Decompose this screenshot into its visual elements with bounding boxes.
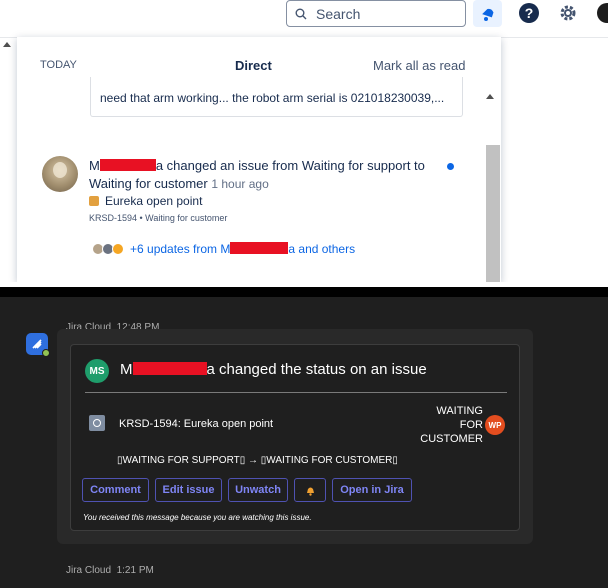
- profile-avatar[interactable]: [597, 3, 608, 23]
- teams-panel: Jira Cloud 12:48 PM Jira Cloud 1:21 PM M…: [0, 297, 608, 588]
- avatar: [112, 243, 124, 255]
- adaptive-card: MS Ma changed the status on an issue KRS…: [70, 344, 520, 531]
- jira-web-panel: Search ? TODAY Direct Mark all as read n…: [0, 0, 608, 282]
- scroll-up-arrow[interactable]: [3, 42, 11, 47]
- updates-text: +6 updates from M a and others: [130, 242, 355, 256]
- avatar: MS: [85, 359, 109, 383]
- top-navigation: Search ?: [0, 0, 608, 36]
- notification-status: Waiting for customer: [89, 176, 208, 191]
- status-badge: WAITING FOR CUSTOMER: [403, 404, 483, 446]
- comment-button[interactable]: Comment: [82, 478, 149, 502]
- status-line: WAITING: [436, 405, 483, 417]
- search-icon: [295, 8, 307, 19]
- status-badge: [42, 349, 50, 357]
- scroll-up-arrow[interactable]: [486, 94, 494, 99]
- sender-name: Jira Cloud: [66, 565, 112, 576]
- tab-direct[interactable]: Direct: [235, 58, 272, 73]
- updates-prefix: +6 updates from M: [130, 242, 231, 256]
- status-transition: ▯WAITING FOR SUPPORT▯ → ▯WAITING FOR CUS…: [117, 455, 398, 466]
- more-updates-link[interactable]: +6 updates from M a and others: [92, 242, 355, 256]
- unwatch-button[interactable]: Unwatch: [228, 478, 288, 502]
- notifications-button[interactable]: [473, 0, 502, 27]
- notification-message: a changed an issue from Waiting for supp…: [155, 158, 425, 173]
- search-placeholder: Search: [316, 5, 361, 22]
- issue-link[interactable]: Eureka open point: [89, 194, 202, 208]
- author-name-start: M: [120, 361, 133, 378]
- updates-suffix: a and others: [288, 242, 356, 256]
- notification-bell-button[interactable]: [294, 478, 326, 502]
- unread-indicator[interactable]: [447, 163, 454, 170]
- edit-issue-button[interactable]: Edit issue: [155, 478, 222, 502]
- author-name-start: M: [89, 158, 100, 173]
- message-time: 1:21 PM: [116, 565, 154, 576]
- gear-icon[interactable]: [557, 2, 579, 24]
- issue-link[interactable]: KRSD-1594: Eureka open point: [119, 418, 273, 430]
- redaction-bar: [132, 362, 207, 375]
- notification-dropdown: TODAY Direct Mark all as read need that …: [17, 37, 501, 282]
- today-label: TODAY: [40, 59, 77, 71]
- issue-type-icon: [89, 196, 99, 206]
- bell-icon: [481, 8, 493, 21]
- issue-title: Eureka open point: [105, 194, 203, 208]
- avatar: [42, 156, 78, 192]
- issue-meta: KRSD-1594 • Waiting for customer: [89, 213, 228, 223]
- status-line: CUSTOMER: [420, 433, 483, 445]
- card-title-text: a changed the status on an issue: [206, 361, 427, 378]
- notification-header: TODAY Direct Mark all as read: [17, 37, 501, 81]
- notification-text: Ma changed an issue from Waiting for sup…: [89, 157, 449, 193]
- bell-icon: [306, 487, 314, 496]
- redaction-bar: [230, 242, 289, 254]
- panel-divider: [0, 287, 608, 297]
- assignee-avatar: WP: [485, 415, 505, 435]
- jira-app-icon[interactable]: [26, 333, 50, 357]
- issue-type-icon: [89, 415, 105, 431]
- redaction-bar: [99, 159, 156, 171]
- open-in-jira-button[interactable]: Open in Jira: [332, 478, 412, 502]
- notification-time: 1 hour ago: [211, 177, 269, 191]
- divider: [85, 392, 507, 393]
- footer-note: You received this message because you ar…: [83, 513, 312, 522]
- action-buttons: Comment Edit issue Unwatch Open in Jira: [82, 478, 418, 502]
- card-title: Ma changed the status on an issue: [120, 361, 427, 378]
- mark-all-read-button[interactable]: Mark all as read: [373, 58, 465, 73]
- help-icon[interactable]: ?: [519, 3, 539, 23]
- status-line: FOR: [459, 419, 483, 431]
- scrollbar-thumb[interactable]: [486, 145, 500, 282]
- comment-excerpt: need that arm working... the robot arm s…: [90, 77, 463, 117]
- message-sender: Jira Cloud 1:21 PM: [66, 565, 154, 576]
- jira-logo-icon: [32, 339, 42, 349]
- search-input[interactable]: Search: [286, 0, 466, 27]
